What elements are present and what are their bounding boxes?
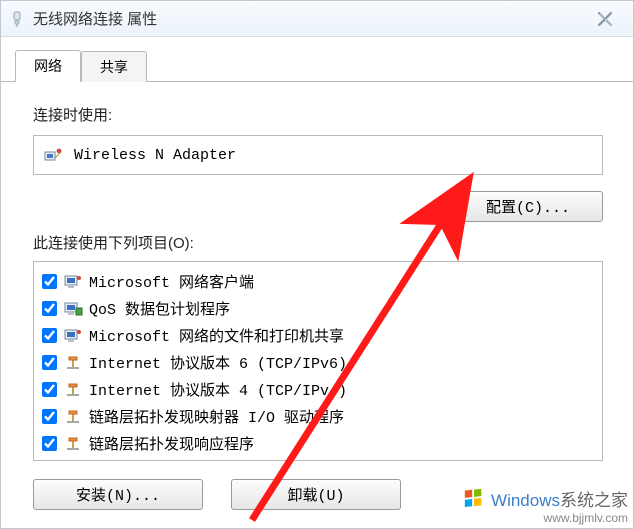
item-label: Microsoft 网络客户端 xyxy=(89,271,254,292)
list-item[interactable]: Internet 协议版本 4 (TCP/IPv4) xyxy=(40,376,596,403)
tab-panel-network: 连接时使用: Wireless N Adapter 配置(C)... 此连接使用… xyxy=(1,82,633,520)
titlebar: 无线网络连接 属性 xyxy=(1,1,633,37)
list-item[interactable]: Microsoft 网络的文件和打印机共享 xyxy=(40,322,596,349)
window-body: 网络 共享 连接时使用: Wireless N Adapter 配置(C)... xyxy=(1,37,633,528)
item-label: 链路层拓扑发现映射器 I/O 驱动程序 xyxy=(89,406,344,427)
client-icon xyxy=(63,272,83,292)
protocol-icon xyxy=(63,353,83,373)
item-label: QoS 数据包计划程序 xyxy=(89,298,230,319)
item-checkbox[interactable] xyxy=(42,328,57,343)
item-checkbox[interactable] xyxy=(42,301,57,316)
items-label: 此连接使用下列项目(O): xyxy=(33,232,615,253)
item-checkbox[interactable] xyxy=(42,436,57,451)
protocol-icon xyxy=(63,407,83,427)
protocol-icon xyxy=(63,380,83,400)
item-label: Internet 协议版本 4 (TCP/IPv4) xyxy=(89,379,347,400)
list-item[interactable]: Internet 协议版本 6 (TCP/IPv6) xyxy=(40,349,596,376)
button-row: 安装(N)... 卸载(U) xyxy=(33,479,603,510)
adapter-field: Wireless N Adapter xyxy=(33,135,603,175)
adapter-name: Wireless N Adapter xyxy=(74,147,236,164)
properties-window: 无线网络连接 属性 网络 共享 连接时使用: xyxy=(0,0,634,529)
window-title: 无线网络连接 属性 xyxy=(33,8,585,29)
network-adapter-icon xyxy=(44,145,64,165)
list-item[interactable]: Microsoft 网络客户端 xyxy=(40,268,596,295)
list-item[interactable]: 链路层拓扑发现响应程序 xyxy=(40,430,596,457)
item-label: Internet 协议版本 6 (TCP/IPv6) xyxy=(89,352,347,373)
tab-sharing[interactable]: 共享 xyxy=(81,51,147,82)
item-label: Microsoft 网络的文件和打印机共享 xyxy=(89,325,344,346)
uninstall-button[interactable]: 卸载(U) xyxy=(231,479,401,510)
tab-network[interactable]: 网络 xyxy=(15,50,81,82)
install-button[interactable]: 安装(N)... xyxy=(33,479,203,510)
qos-icon xyxy=(63,299,83,319)
connection-items-list[interactable]: Microsoft 网络客户端 QoS 数据包计划程序 Microsoft 网络的文… xyxy=(33,261,603,461)
item-checkbox[interactable] xyxy=(42,409,57,424)
item-checkbox[interactable] xyxy=(42,382,57,397)
connect-using-label: 连接时使用: xyxy=(33,104,615,125)
item-checkbox[interactable] xyxy=(42,274,57,289)
protocol-icon xyxy=(63,434,83,454)
tabstrip: 网络 共享 xyxy=(1,38,633,82)
adapter-titlebar-icon xyxy=(9,11,25,27)
list-item[interactable]: 链路层拓扑发现映射器 I/O 驱动程序 xyxy=(40,403,596,430)
client-icon xyxy=(63,326,83,346)
close-button[interactable] xyxy=(585,9,625,29)
configure-button[interactable]: 配置(C)... xyxy=(453,191,603,222)
item-checkbox[interactable] xyxy=(42,355,57,370)
list-item[interactable]: QoS 数据包计划程序 xyxy=(40,295,596,322)
item-label: 链路层拓扑发现响应程序 xyxy=(89,433,254,454)
